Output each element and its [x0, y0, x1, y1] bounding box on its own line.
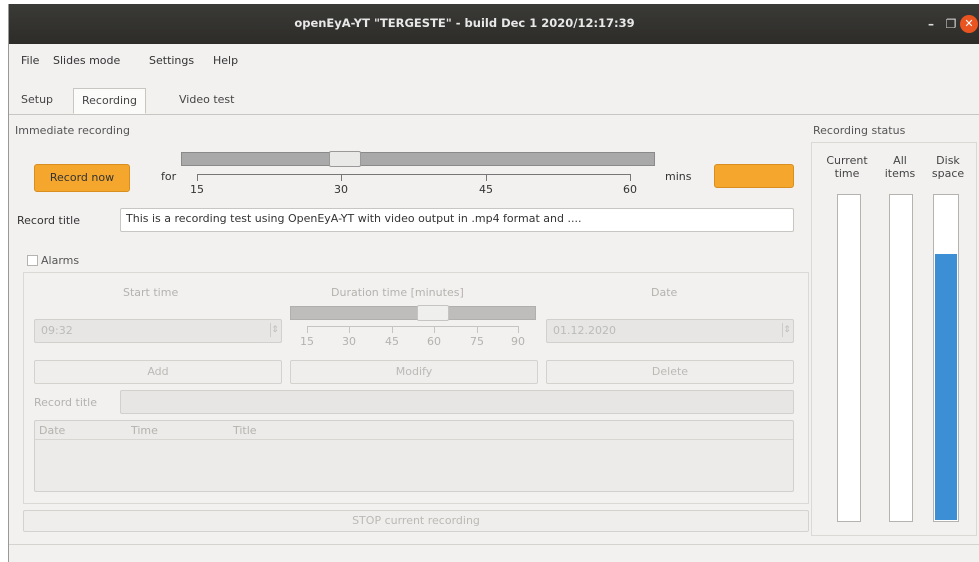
duration-time-label: Duration time [minutes]	[331, 286, 464, 299]
column-header-time[interactable]: Time	[131, 424, 158, 437]
alarm-duration-ticks: 15 30 45 60 75 90	[300, 326, 525, 348]
duration-slider[interactable]	[181, 152, 655, 166]
tick-label: 15	[300, 335, 314, 348]
disk-space-label: Disk space	[931, 154, 965, 180]
for-label: for	[161, 170, 177, 183]
alarms-checkbox[interactable]	[27, 255, 38, 266]
date-spinbox[interactable]: 01.12.2020 ⇕	[546, 319, 794, 343]
duration-slider-handle[interactable]	[329, 151, 361, 167]
date-label: Date	[651, 286, 678, 299]
tab-setup[interactable]: Setup	[13, 88, 61, 113]
recording-status-label: Recording status	[813, 124, 906, 137]
start-time-value: 09:32	[41, 324, 73, 337]
menu-bar: File Slides mode Settings Help	[9, 50, 979, 72]
current-time-label: Current time	[826, 154, 868, 180]
menu-slides-mode[interactable]: Slides mode	[53, 54, 120, 67]
add-alarm-button[interactable]: Add	[34, 360, 282, 384]
duration-slider-ticks: 15 30 45 60	[190, 174, 637, 196]
current-time-bar	[837, 194, 861, 522]
stop-recording-button[interactable]: STOP current recording	[23, 510, 809, 532]
spin-arrows-icon: ⇕	[270, 323, 279, 337]
all-items-label: All items	[884, 154, 916, 180]
minimize-button[interactable]: –	[921, 14, 941, 34]
start-time-label: Start time	[123, 286, 179, 299]
mins-label: mins	[665, 170, 692, 183]
alarms-label: Alarms	[41, 254, 80, 267]
record-title-input[interactable]: This is a recording test using OpenEyA-Y…	[120, 208, 794, 232]
tick-label: 75	[470, 335, 484, 348]
window-title: openEyA-YT "TERGESTE" - build Dec 1 2020…	[294, 16, 635, 30]
column-header-date[interactable]: Date	[39, 424, 65, 437]
alarms-table[interactable]: Date Time Title	[34, 420, 794, 492]
recording-indicator	[714, 164, 794, 188]
alarm-duration-slider[interactable]	[290, 306, 536, 320]
start-time-spinbox[interactable]: 09:32 ⇕	[34, 319, 282, 343]
close-button[interactable]: ✕	[960, 15, 978, 33]
delete-alarm-button[interactable]: Delete	[546, 360, 794, 384]
tab-video-test[interactable]: Video test	[171, 88, 242, 113]
tick-label: 15	[190, 183, 204, 196]
title-bar[interactable]: openEyA-YT "TERGESTE" - build Dec 1 2020…	[9, 4, 979, 44]
tick-label: 45	[479, 183, 493, 196]
tick-label: 60	[427, 335, 441, 348]
alarm-record-title-input[interactable]	[120, 390, 794, 414]
maximize-button[interactable]: ❐	[941, 14, 961, 34]
immediate-recording-label: Immediate recording	[15, 124, 130, 137]
menu-file[interactable]: File	[21, 54, 39, 67]
all-items-bar	[889, 194, 913, 522]
record-title-label: Record title	[17, 214, 81, 227]
tick-label: 90	[511, 335, 525, 348]
alarms-table-header: Date Time Title	[35, 421, 793, 440]
status-bar-divider	[9, 544, 979, 545]
app-window: openEyA-YT "TERGESTE" - build Dec 1 2020…	[8, 4, 979, 562]
date-value: 01.12.2020	[553, 324, 616, 337]
alarm-record-title-label: Record title	[34, 396, 98, 409]
tick-label: 30	[334, 183, 348, 196]
tick-label: 30	[342, 335, 356, 348]
alarm-duration-slider-handle[interactable]	[417, 305, 449, 321]
spin-arrows-icon: ⇕	[782, 323, 791, 337]
tick-label: 60	[623, 183, 637, 196]
menu-help[interactable]: Help	[213, 54, 238, 67]
modify-alarm-button[interactable]: Modify	[290, 360, 538, 384]
menu-settings[interactable]: Settings	[149, 54, 194, 67]
tab-recording[interactable]: Recording	[73, 88, 147, 114]
disk-space-bar	[933, 194, 959, 522]
record-now-button[interactable]: Record now	[34, 164, 130, 192]
column-header-title[interactable]: Title	[233, 424, 257, 437]
tick-label: 45	[385, 335, 399, 348]
tab-bar: Setup Recording Video test	[9, 88, 979, 115]
